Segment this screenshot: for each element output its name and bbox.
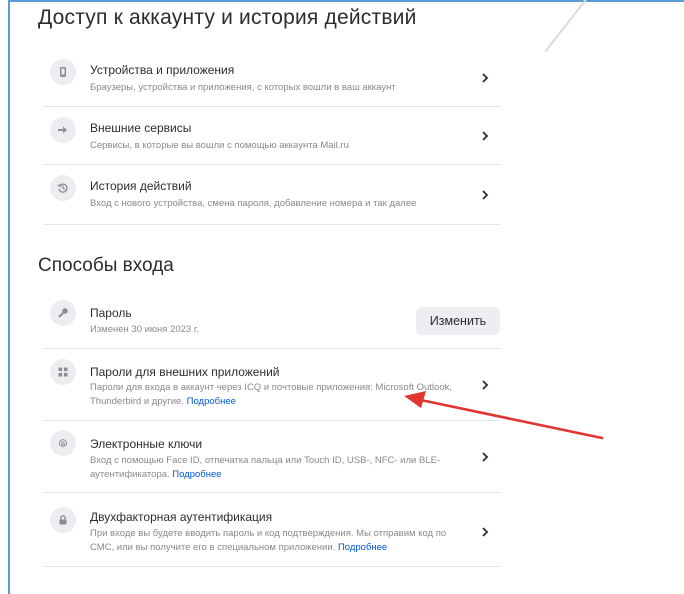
row-subtitle-text: Пароли для входа в аккаунт через ICQ и п… xyxy=(90,382,452,407)
device-icon xyxy=(50,59,76,85)
row-devices-and-apps[interactable]: Устройства и приложения Браузеры, устрой… xyxy=(44,50,500,107)
row-title: Пароли для внешних приложений xyxy=(90,365,280,379)
row-subtitle: При входе вы будете вводить пароль и код… xyxy=(90,527,470,555)
row-subtitle-text: При входе вы будете вводить пароль и код… xyxy=(90,528,447,553)
change-password-button[interactable]: Изменить xyxy=(416,307,500,335)
fingerprint-icon xyxy=(50,430,76,456)
window-frame-left xyxy=(8,0,10,594)
section-title-login-methods: Способы входа xyxy=(38,255,174,276)
lock-icon xyxy=(50,507,76,533)
row-title: Устройства и приложения xyxy=(90,63,235,77)
chevron-right-icon xyxy=(480,129,490,143)
chevron-right-icon xyxy=(480,450,490,464)
decorative-line xyxy=(544,0,602,53)
row-title: История действий xyxy=(90,179,192,193)
chevron-right-icon xyxy=(480,71,490,85)
annotation-arrow-icon xyxy=(404,391,604,440)
grid-icon xyxy=(50,359,76,385)
row-subtitle: Изменен 30 июня 2023 г. xyxy=(90,324,199,335)
row-subtitle: Сервисы, в которые вы вошли с помощью ак… xyxy=(90,140,349,151)
row-subtitle: Вход с нового устройства, смена пароля, … xyxy=(90,198,417,209)
row-password: Пароль Изменен 30 июня 2023 г. Изменить xyxy=(44,292,500,349)
key-icon xyxy=(50,300,76,326)
row-subtitle: Браузеры, устройства и приложения, с кот… xyxy=(90,82,396,93)
more-info-link[interactable]: Подробнее xyxy=(172,469,221,480)
row-activity-history[interactable]: История действий Вход с нового устройств… xyxy=(44,166,500,225)
more-info-link[interactable]: Подробнее xyxy=(187,396,236,407)
row-title: Внешние сервисы xyxy=(90,121,192,135)
history-icon xyxy=(50,175,76,201)
row-title: Электронные ключи xyxy=(90,437,203,451)
external-arrow-icon xyxy=(50,117,76,143)
row-external-services[interactable]: Внешние сервисы Сервисы, в которые вы во… xyxy=(44,108,500,165)
row-two-factor-auth[interactable]: Двухфакторная аутентификация При входе в… xyxy=(44,494,500,567)
section-title-account-access: Доступ к аккаунту и история действий xyxy=(38,6,417,29)
chevron-right-icon xyxy=(480,188,490,202)
row-subtitle: Вход с помощью Face ID, отпечатка пальца… xyxy=(90,454,470,482)
row-title: Пароль xyxy=(90,306,132,320)
row-title: Двухфакторная аутентификация xyxy=(90,510,273,524)
more-info-link[interactable]: Подробнее xyxy=(338,542,387,553)
row-subtitle-text: Вход с помощью Face ID, отпечатка пальца… xyxy=(90,455,441,480)
chevron-right-icon xyxy=(480,525,490,539)
